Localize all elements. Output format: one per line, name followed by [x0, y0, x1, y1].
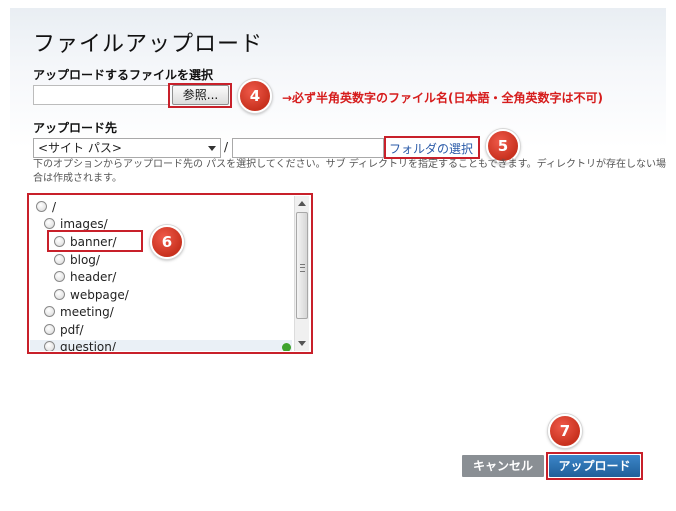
tree-node-label: pdf/ — [60, 323, 84, 337]
grip-icon — [300, 264, 305, 272]
tree-node-root[interactable]: / — [36, 199, 56, 215]
destination-label: アップロード先 — [33, 121, 118, 135]
radio-icon[interactable] — [54, 254, 65, 265]
tree-node-pdf[interactable]: pdf/ — [44, 322, 84, 338]
file-path-input[interactable] — [33, 85, 169, 105]
scroll-more-icon — [282, 343, 291, 351]
path-separator: / — [224, 140, 229, 154]
tree-node-meeting[interactable]: meeting/ — [44, 304, 114, 320]
folder-tree: / images/ banner/ blog/ header/ webpage/… — [30, 196, 309, 351]
tree-node-banner[interactable]: banner/ — [54, 234, 117, 250]
radio-icon[interactable] — [54, 289, 65, 300]
radio-icon[interactable] — [54, 236, 65, 247]
radio-icon[interactable] — [54, 271, 65, 282]
scrollbar-thumb[interactable] — [296, 212, 308, 319]
step-badge-6: 6 — [150, 225, 184, 259]
tree-node-question[interactable]: question/ — [44, 339, 116, 351]
tree-node-label: webpage/ — [70, 288, 129, 302]
site-path-select[interactable]: <サイト パス> — [33, 138, 221, 158]
tree-scrollbar[interactable] — [294, 196, 309, 351]
tree-node-images[interactable]: images/ — [44, 216, 108, 232]
radio-icon[interactable] — [44, 306, 55, 317]
tree-node-label: question/ — [60, 340, 116, 351]
page-title: ファイルアップロード — [33, 32, 264, 57]
tree-node-label: header/ — [70, 270, 117, 284]
radio-icon[interactable] — [44, 324, 55, 335]
chevron-down-icon — [208, 146, 216, 151]
tree-node-header[interactable]: header/ — [54, 269, 116, 285]
file-select-label: アップロードするファイルを選択 — [33, 68, 214, 82]
tree-node-label: images/ — [60, 217, 108, 231]
tree-node-webpage[interactable]: webpage/ — [54, 287, 129, 303]
scroll-up-icon[interactable] — [298, 201, 306, 206]
step-badge-4: 4 — [238, 79, 272, 113]
folder-select-link[interactable]: フォルダの選択 — [389, 140, 473, 157]
tree-node-label: meeting/ — [60, 305, 114, 319]
tree-node-label: banner/ — [70, 235, 117, 249]
destination-path-input[interactable] — [232, 138, 384, 158]
step-badge-7: 7 — [548, 414, 582, 448]
tree-node-blog[interactable]: blog/ — [54, 252, 100, 268]
tree-node-label: blog/ — [70, 253, 100, 267]
radio-icon[interactable] — [36, 201, 47, 212]
upload-button[interactable]: アップロード — [549, 455, 640, 477]
radio-icon[interactable] — [44, 218, 55, 229]
site-path-select-value: <サイト パス> — [38, 141, 122, 155]
browse-button[interactable]: 参照... — [172, 85, 229, 105]
radio-icon[interactable] — [44, 341, 55, 351]
filename-note: →必ず半角英数字のファイル名(日本語・全角英数字は不可) — [282, 91, 604, 105]
cancel-button[interactable]: キャンセル — [462, 455, 544, 477]
destination-help-text: 下のオプションからアップロード先の パスを選択してください。サブ ディレクトリを… — [33, 159, 666, 184]
folder-tree-list: / images/ banner/ blog/ header/ webpage/… — [30, 196, 292, 351]
scroll-down-icon[interactable] — [298, 341, 306, 346]
tree-node-label: / — [52, 200, 57, 214]
